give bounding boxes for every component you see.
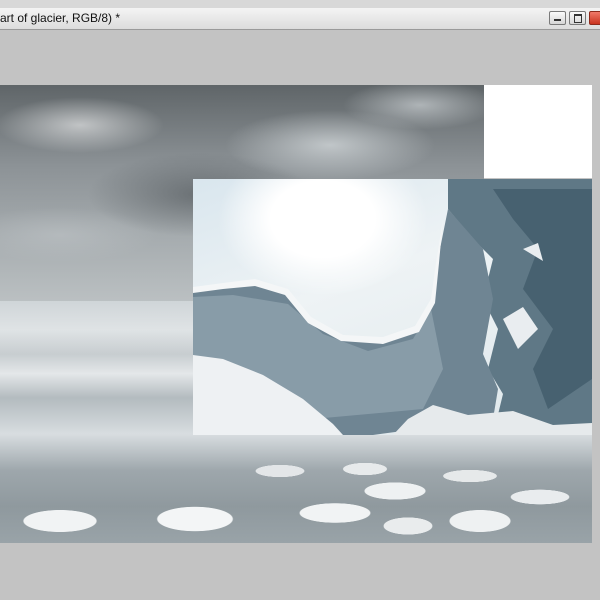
restore-icon xyxy=(574,14,582,23)
glacier-ice-cave-photo xyxy=(193,179,592,435)
close-button[interactable] xyxy=(589,11,600,25)
restore-button[interactable] xyxy=(569,11,586,25)
glacier-ice-shapes xyxy=(193,179,592,435)
document-window: art of glacier, RGB/8) * xyxy=(0,0,600,600)
document-title: art of glacier, RGB/8) * xyxy=(0,11,121,25)
minimize-button[interactable] xyxy=(549,11,566,25)
white-rectangle xyxy=(484,85,592,178)
document-titlebar[interactable]: art of glacier, RGB/8) * xyxy=(0,8,600,30)
document-canvas[interactable] xyxy=(0,31,600,600)
minimize-icon xyxy=(554,19,561,21)
